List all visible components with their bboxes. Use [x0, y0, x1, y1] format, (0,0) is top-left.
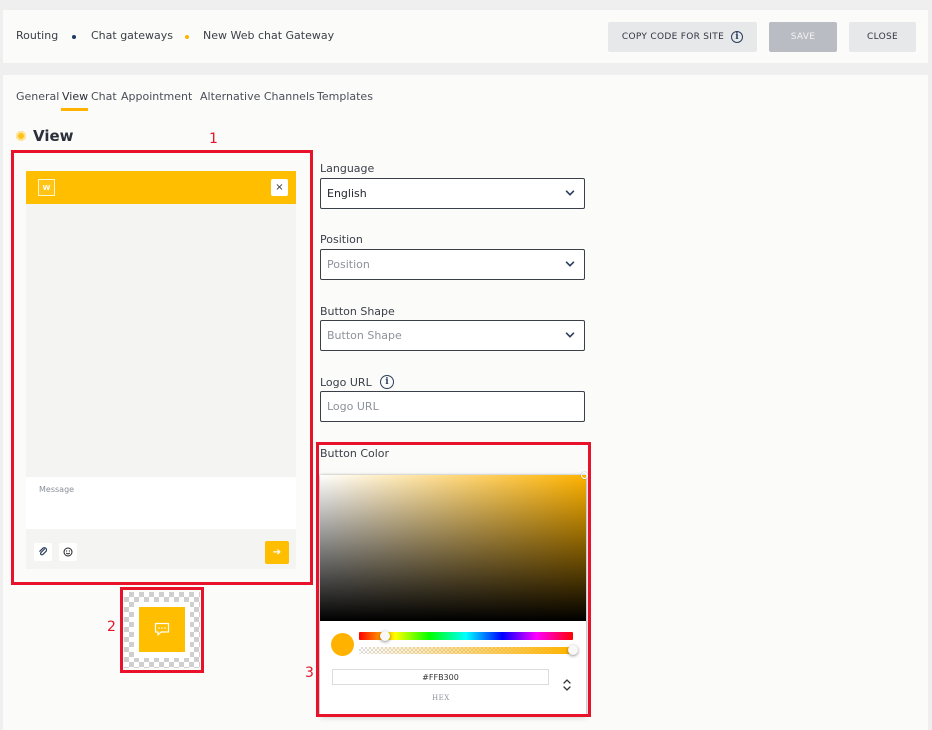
annotation-label-1: 1	[209, 131, 218, 147]
chevron-down-icon	[565, 332, 575, 338]
logo-url-input[interactable]: Logo URL	[320, 391, 585, 422]
language-value: English	[327, 187, 367, 200]
annotation-box-2	[120, 587, 204, 673]
save-button[interactable]: SAVE	[769, 22, 837, 52]
annotation-label-2: 2	[107, 619, 116, 635]
section-bullet-icon	[16, 131, 26, 141]
annotation-box-1	[11, 150, 313, 585]
tab-appointment[interactable]: Appointment	[121, 90, 192, 103]
chevron-down-icon	[565, 261, 575, 267]
info-icon[interactable]: i	[731, 31, 744, 43]
language-select[interactable]: English	[320, 178, 585, 209]
tab-templates[interactable]: Templates	[317, 90, 373, 103]
breadcrumb-separator	[72, 35, 76, 39]
breadcrumb-item-current: New Web chat Gateway	[203, 29, 335, 42]
logo-url-placeholder: Logo URL	[327, 400, 379, 413]
button-shape-select[interactable]: Button Shape	[320, 320, 585, 351]
breadcrumb-item-routing[interactable]: Routing	[16, 29, 58, 42]
position-select[interactable]: Position	[320, 249, 585, 280]
button-shape-label: Button Shape	[320, 305, 395, 318]
breadcrumb-separator	[185, 35, 189, 39]
tab-alternative-channels[interactable]: Alternative Channels	[200, 90, 315, 103]
close-button[interactable]: CLOSE	[849, 22, 916, 52]
annotation-box-3	[316, 442, 591, 717]
logo-url-label: Logo URL	[320, 376, 372, 389]
language-label: Language	[320, 162, 375, 175]
info-icon[interactable]: i	[380, 375, 394, 389]
tab-view[interactable]: View	[62, 90, 88, 103]
breadcrumb-item-chat-gateways[interactable]: Chat gateways	[91, 29, 173, 42]
tab-general[interactable]: General	[16, 90, 59, 103]
chevron-down-icon	[565, 190, 575, 196]
section-title: View	[33, 127, 74, 145]
button-shape-placeholder: Button Shape	[327, 329, 402, 342]
annotation-label-3: 3	[305, 665, 314, 681]
active-tab-indicator	[61, 108, 88, 111]
tab-chat[interactable]: Chat	[91, 90, 117, 103]
copy-code-button[interactable]: COPY CODE FOR SITE i	[608, 22, 757, 52]
position-label: Position	[320, 233, 363, 246]
position-placeholder: Position	[327, 258, 370, 271]
copy-code-label: COPY CODE FOR SITE	[621, 32, 725, 42]
